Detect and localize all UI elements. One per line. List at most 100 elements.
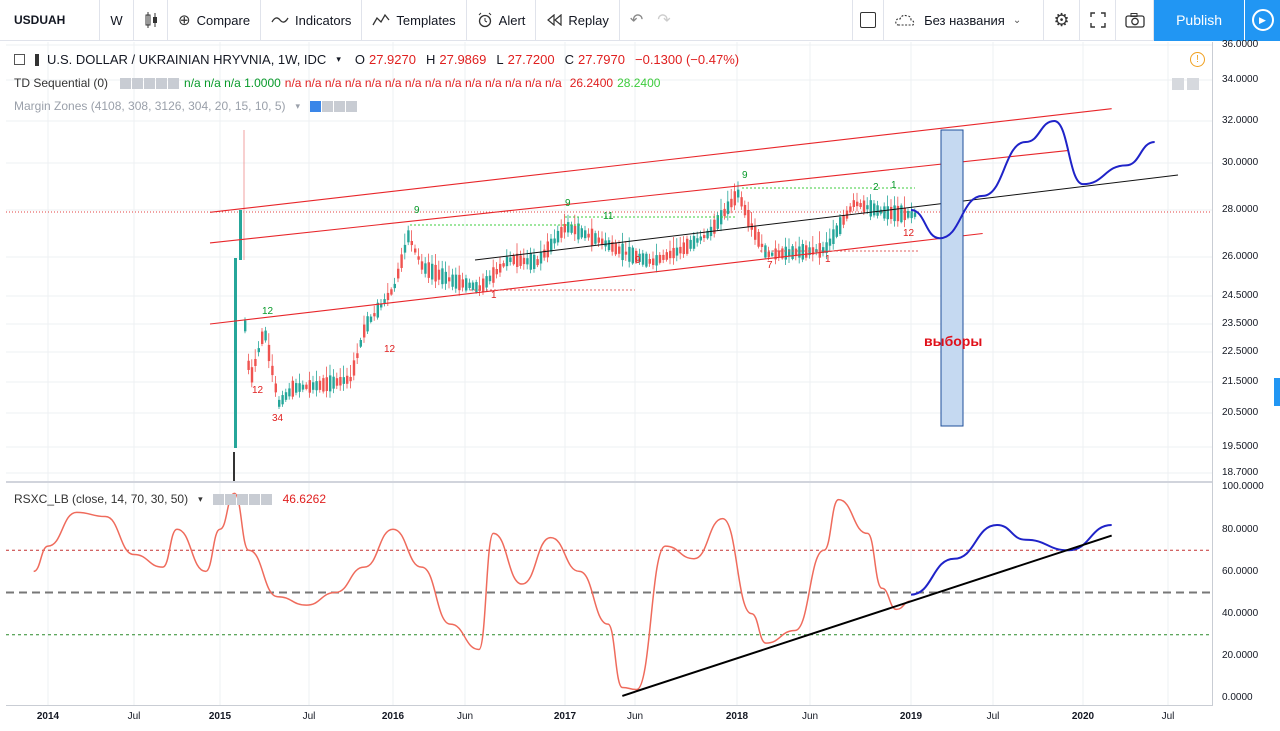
publish-label: Publish: [1176, 12, 1222, 28]
candle: [308, 380, 311, 393]
candle: [359, 339, 362, 347]
candle: [247, 360, 250, 370]
expand-icon: [1089, 12, 1106, 28]
channel-line: [209, 108, 1112, 213]
symbol-search[interactable]: USDUAH: [0, 0, 100, 41]
indicators-button[interactable]: Indicators: [261, 0, 363, 41]
price-tick-label: 18.7000: [1222, 467, 1259, 478]
price-tick-label: 23.5000: [1222, 318, 1259, 329]
play-button[interactable]: ▶: [1244, 0, 1280, 41]
candle: [239, 210, 242, 260]
td-marker: 1: [891, 180, 897, 191]
fullscreen-button[interactable]: [1080, 0, 1117, 41]
candle: [461, 279, 464, 288]
settings-button[interactable]: ⚙: [1044, 0, 1081, 41]
candle: [794, 248, 798, 257]
price-scale-flag[interactable]: [1274, 378, 1280, 406]
templates-button[interactable]: Templates: [362, 0, 467, 41]
candle: [621, 243, 624, 261]
rsx-controls[interactable]: [212, 492, 273, 506]
candle: [339, 376, 342, 386]
redo-icon[interactable]: ↷: [657, 10, 670, 30]
candle: [886, 206, 889, 220]
chart-type-button[interactable]: [134, 0, 168, 41]
candle: [862, 200, 866, 212]
candle: [312, 382, 315, 390]
candle: [346, 375, 349, 384]
candle: [584, 230, 587, 239]
mz-chevron-icon[interactable]: ▾: [296, 101, 301, 112]
candle: [811, 247, 815, 255]
rsx-name[interactable]: RSXC_LB (close, 14, 70, 30, 50): [14, 492, 188, 506]
osc-tick-label: 60.0000: [1222, 566, 1259, 577]
mz-controls[interactable]: [310, 99, 358, 113]
candle: [295, 383, 298, 393]
collapse-legend-icon[interactable]: [14, 54, 25, 65]
candle: [822, 247, 825, 254]
td-marker: 7: [767, 260, 773, 271]
td-controls[interactable]: [120, 76, 180, 90]
price-tick-label: 21.5000: [1222, 376, 1259, 387]
candle: [706, 230, 709, 239]
candle: [495, 268, 498, 275]
td-marker: 9: [565, 198, 571, 209]
candle: [332, 376, 335, 389]
candle: [597, 237, 600, 243]
time-tick-label: Jun: [801, 711, 819, 722]
main-pane-buttons[interactable]: [1172, 78, 1199, 90]
warning-icon[interactable]: !: [1190, 52, 1205, 67]
symbol-label: USDUAH: [14, 13, 66, 27]
price-layer: 12 9 9 11 9 12 34 12 1 9 7 1 12 2 1: [209, 108, 1179, 481]
td-marker: 12: [252, 385, 264, 396]
osc-tick-label: 20.0000: [1222, 650, 1259, 661]
candle: [764, 245, 767, 258]
candle: [390, 289, 393, 295]
candle: [278, 399, 281, 407]
candle: [665, 252, 668, 260]
margin-zones-name[interactable]: Margin Zones (4108, 308, 3126, 304, 20, …: [14, 99, 286, 113]
fullscreen-layout-button[interactable]: [852, 0, 885, 41]
publish-button[interactable]: Publish: [1154, 0, 1244, 41]
candle: [743, 204, 747, 216]
td-value-1: 26.2400: [569, 76, 614, 90]
time-tick-label: 2014: [36, 711, 60, 722]
candle: [458, 274, 461, 291]
candle: [298, 383, 301, 392]
snapshot-button[interactable]: [1116, 0, 1155, 41]
td-sequential-name[interactable]: TD Sequential (0): [14, 76, 108, 90]
candle: [573, 225, 577, 235]
pane-down-icon[interactable]: [1172, 78, 1184, 90]
time-tick-label: Jul: [986, 711, 1000, 722]
candle: [244, 320, 247, 332]
rsx-chevron-icon[interactable]: ▾: [198, 494, 203, 505]
gear-icon: ⚙: [1053, 9, 1070, 30]
layout-name-menu[interactable]: Без названия ⌄: [884, 0, 1045, 41]
pane-separator[interactable]: [6, 481, 1212, 483]
templates-label: Templates: [396, 12, 456, 28]
replay-button[interactable]: Replay: [536, 0, 620, 41]
undo-redo-group: ↶ ↷: [620, 0, 681, 41]
candle: [261, 331, 264, 344]
compare-button[interactable]: ⊕ Compare: [168, 0, 262, 41]
undo-icon[interactable]: ↶: [630, 10, 643, 30]
layout-name-label: Без названия: [924, 12, 1005, 28]
candle: [614, 242, 617, 255]
candle: [900, 205, 903, 223]
candle: [519, 255, 522, 266]
td-marker: 9: [742, 170, 748, 181]
candle: [410, 241, 413, 246]
candle: [876, 205, 879, 216]
candle: [271, 365, 274, 376]
pane-up-icon[interactable]: [1187, 78, 1199, 90]
candle: [784, 246, 787, 260]
candle: [618, 246, 621, 254]
oscillator-layer: [6, 492, 1212, 697]
price-tick-label: 28.0000: [1222, 204, 1259, 215]
candle: [454, 274, 458, 289]
interval-button[interactable]: W: [100, 0, 134, 41]
title-chevron-icon[interactable]: ▾: [336, 54, 341, 65]
alert-button[interactable]: Alert: [467, 0, 537, 41]
candle: [771, 252, 774, 256]
candle: [686, 238, 689, 254]
candle: [655, 255, 658, 266]
